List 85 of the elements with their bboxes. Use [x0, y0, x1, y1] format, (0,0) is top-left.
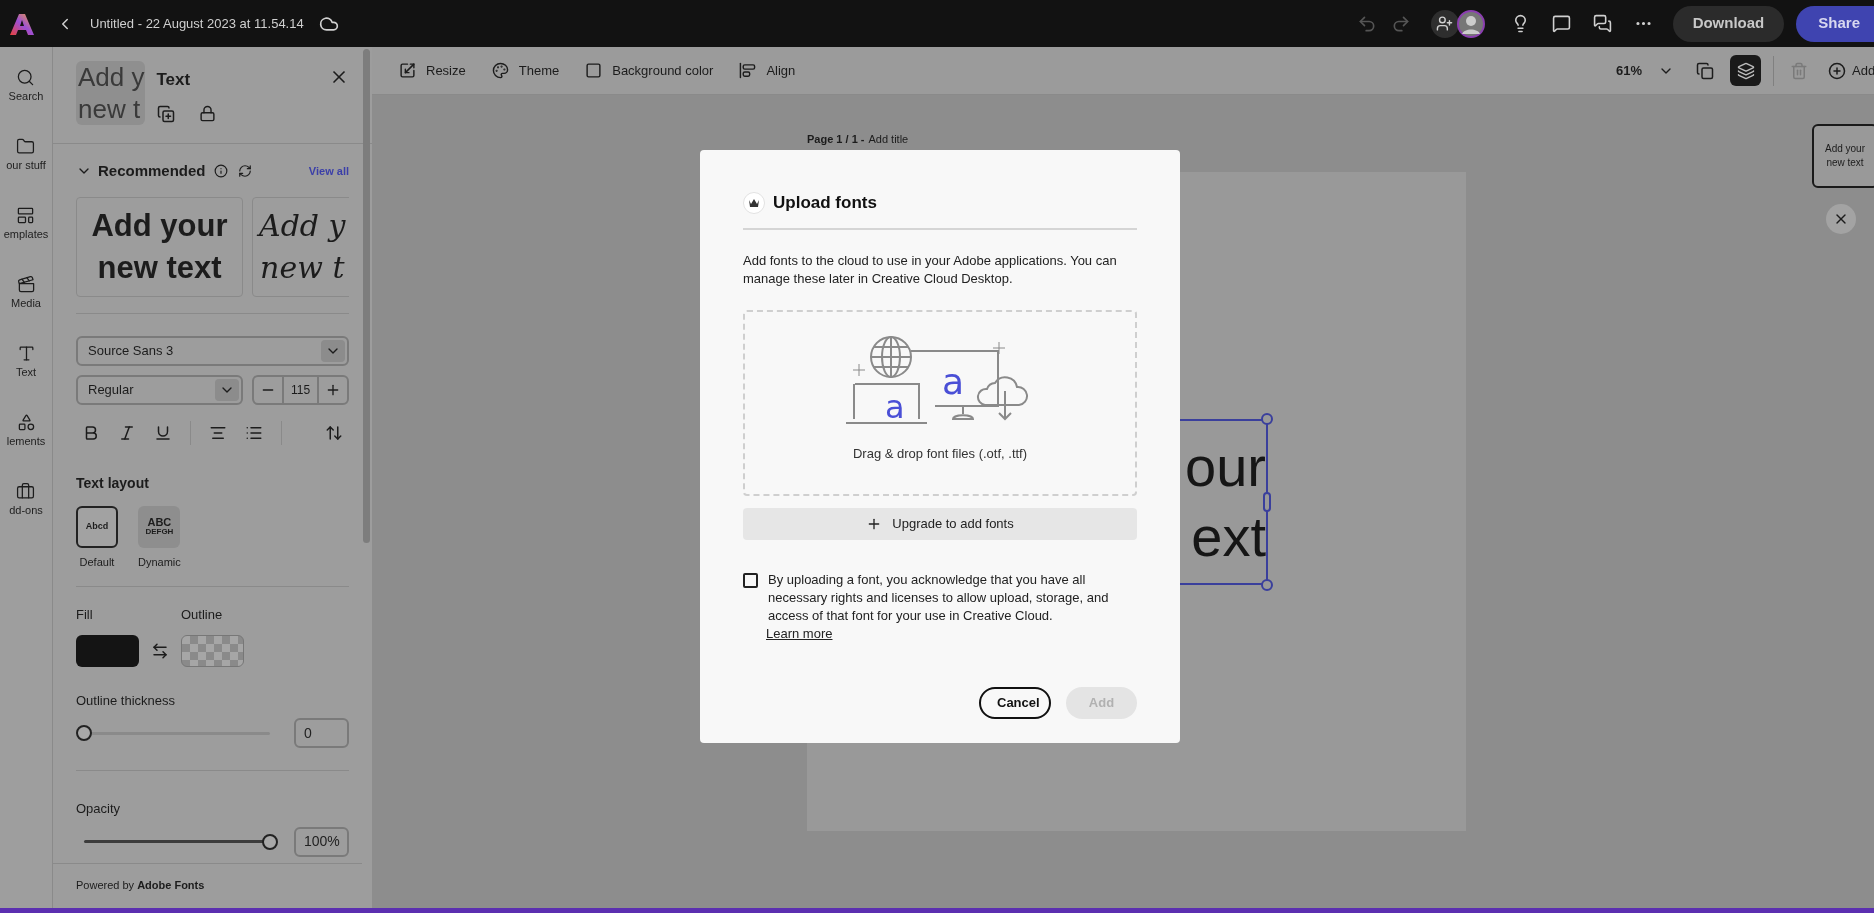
toolbar-button-label[interactable]: Align [766, 60, 796, 81]
layout-tile[interactable]: ABC DEFGH [138, 505, 181, 548]
layout-tile[interactable]: Abcd [76, 505, 118, 548]
fill-label: Fill [76, 606, 94, 624]
layout-label: Default [79, 554, 115, 570]
dialog-title: Upload fonts [773, 192, 877, 214]
text-thumbnail[interactable]: Add y new t [76, 61, 145, 125]
line-spacing-icon[interactable] [325, 423, 343, 442]
page-thumbnail[interactable]: Add your new text [1812, 124, 1874, 188]
add-icon[interactable] [1828, 61, 1846, 80]
invite-button[interactable] [1430, 9, 1459, 38]
value-field[interactable]: 100% [294, 826, 349, 857]
outline-label: Outline [181, 606, 224, 624]
refresh-icon[interactable] [237, 164, 252, 179]
add-label[interactable]: Add [1852, 60, 1874, 81]
layers-button[interactable] [1730, 55, 1761, 86]
shapes-icon[interactable] [16, 413, 36, 432]
section-heading: Text layout [76, 473, 150, 493]
search-icon[interactable] [16, 68, 36, 87]
align-icon[interactable] [739, 62, 757, 79]
cancel-button[interactable]: Cancel [979, 686, 1051, 719]
text-style-preview[interactable]: Add y new t [252, 196, 349, 297]
style-dropdown[interactable]: Regular [76, 374, 243, 405]
add-user-icon [1436, 15, 1454, 32]
page-label: Page 1 / 1 - [807, 133, 865, 146]
rail-label[interactable]: Search [8, 91, 44, 102]
logo-icon[interactable] [10, 12, 34, 35]
drop-zone[interactable]: a a Drag & drop font files (.otf, .ttf) [743, 309, 1137, 496]
font-dropdown[interactable]: Source Sans 3 [76, 335, 349, 366]
outline-swatch[interactable] [181, 634, 244, 667]
duplicate-icon[interactable] [156, 104, 175, 123]
avatar[interactable] [1456, 9, 1485, 38]
underline-icon[interactable] [154, 423, 172, 442]
upgrade-button[interactable]: Upgrade to add fonts [743, 507, 1137, 540]
powered-by-text: Powered by Adobe Fonts [76, 879, 205, 891]
layout-label: Dynamic [138, 554, 181, 570]
value-field[interactable]: 0 [294, 718, 349, 748]
slider-label: Outline thickness [76, 691, 176, 710]
zoom-level[interactable]: 61% [1615, 60, 1642, 81]
section-heading[interactable]: Recommended [98, 160, 206, 183]
briefcase-icon[interactable] [16, 482, 36, 501]
toolbar-button-label[interactable]: Resize [426, 60, 466, 81]
panel-title: Text [156, 69, 192, 91]
palette-icon[interactable] [491, 62, 509, 79]
toolbar-button-label[interactable]: Theme [518, 60, 560, 81]
learn-more-link[interactable]: Learn more [766, 624, 833, 643]
rail-label[interactable]: Media [11, 298, 41, 309]
pages-icon[interactable] [1696, 61, 1714, 80]
comment-icon[interactable] [1551, 14, 1571, 33]
info-icon[interactable] [213, 164, 228, 179]
consent-checkbox[interactable] [743, 572, 758, 588]
lock-icon[interactable] [198, 104, 216, 122]
slider-thumb[interactable] [76, 725, 92, 741]
layers-icon [1736, 61, 1755, 80]
rail-label[interactable]: dd-ons [9, 505, 43, 516]
square-icon[interactable] [585, 62, 603, 79]
download-button[interactable]: Download [1672, 5, 1785, 42]
fill-swatch[interactable] [76, 634, 139, 667]
template-icon[interactable] [16, 206, 36, 225]
view-all-link[interactable]: View all [308, 163, 349, 180]
undo-icon[interactable] [1356, 13, 1377, 34]
rail-label[interactable]: emplates [3, 229, 49, 240]
media-icon[interactable] [16, 275, 36, 294]
drop-hint: Drag & drop font files (.otf, .ttf) [852, 444, 1028, 463]
folder-icon[interactable] [16, 137, 36, 156]
page-title-link[interactable]: Add title [868, 133, 909, 146]
slider-thumb[interactable] [262, 833, 278, 850]
share-button[interactable]: Share [1796, 5, 1874, 42]
comments-icon[interactable] [1592, 14, 1612, 33]
slider-label: Opacity [76, 800, 122, 818]
dialog-description: Add fonts to the cloud to use in your Adobe applications. You can manage these later in Creative Cloud Desktop. [743, 251, 1118, 288]
scrollbar[interactable] [363, 49, 370, 543]
upload-illustration-drawing: a a [845, 333, 1035, 426]
close-button[interactable] [1826, 204, 1856, 234]
text-style-preview[interactable]: Add your new text [76, 196, 243, 297]
resize-handle[interactable] [1263, 492, 1271, 512]
document-title: Untitled - 22 August 2023 at 11.54.14 [90, 14, 304, 33]
italic-icon[interactable] [118, 423, 136, 442]
rail-label[interactable]: lements [6, 436, 46, 447]
rail-label[interactable]: our stuff [6, 160, 46, 171]
toolbar-button-label[interactable]: Background color [612, 60, 714, 81]
rail-label[interactable]: Text [15, 367, 37, 378]
resize-icon[interactable] [399, 62, 416, 79]
consent-text: By uploading a font, you acknowledge that you have all necessary rights and licenses to allow upload, storage, and access of that font for your use in Creative Cloud. [768, 570, 1110, 625]
swap-icon[interactable] [151, 641, 169, 660]
